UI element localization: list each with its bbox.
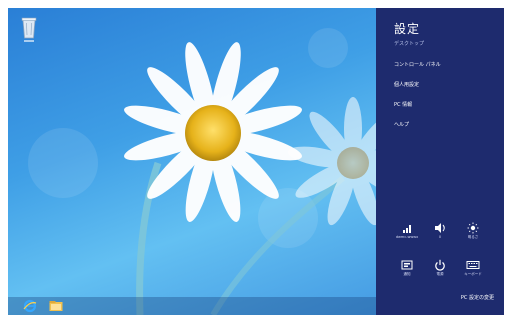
daisy-flowers-image xyxy=(124,42,376,315)
internet-explorer-icon[interactable] xyxy=(22,299,38,313)
network-label: dwmc-wwwx xyxy=(395,235,419,239)
network-tile[interactable]: dwmc-wwwx xyxy=(394,222,420,239)
desktop-wallpaper xyxy=(8,8,376,315)
brightness-sun-icon xyxy=(467,222,479,234)
change-pc-settings-link[interactable]: PC 設定の変更 xyxy=(461,294,494,301)
notifications-icon xyxy=(401,260,413,270)
keyboard-icon xyxy=(466,261,480,269)
power-label: 電源 xyxy=(436,272,444,276)
keyboard-tile[interactable]: キーボード xyxy=(460,259,486,277)
notifications-label: 通知 xyxy=(403,272,411,276)
recycle-bin-icon[interactable] xyxy=(20,16,38,44)
file-explorer-icon[interactable] xyxy=(48,299,64,313)
network-signal-icon xyxy=(403,225,411,233)
brightness-label: 明るさ xyxy=(467,235,479,239)
notifications-tile[interactable]: 通知 xyxy=(394,259,420,277)
menu-control-panel[interactable]: コントロール パネル xyxy=(394,61,441,68)
speaker-volume-icon xyxy=(435,223,445,233)
keyboard-label: キーボード xyxy=(464,272,482,276)
menu-help[interactable]: ヘルプ xyxy=(394,121,409,128)
menu-personalization[interactable]: 個人用設定 xyxy=(394,81,419,88)
volume-label: 0 xyxy=(438,235,442,239)
brightness-tile[interactable]: 明るさ xyxy=(460,222,486,240)
menu-pc-info[interactable]: PC 情報 xyxy=(394,101,412,108)
power-tile[interactable]: 電源 xyxy=(427,259,453,277)
screen: 設定 デスクトップ コントロール パネル 個人用設定 PC 情報 ヘルプ dwm… xyxy=(8,8,504,315)
charm-title: 設定 xyxy=(394,22,421,36)
charm-subtitle: デスクトップ xyxy=(394,41,425,47)
taskbar xyxy=(8,297,376,315)
power-icon xyxy=(435,259,445,271)
settings-charm-panel: 設定 デスクトップ コントロール パネル 個人用設定 PC 情報 ヘルプ dwm… xyxy=(376,8,504,315)
volume-tile[interactable]: 0 xyxy=(427,222,453,239)
